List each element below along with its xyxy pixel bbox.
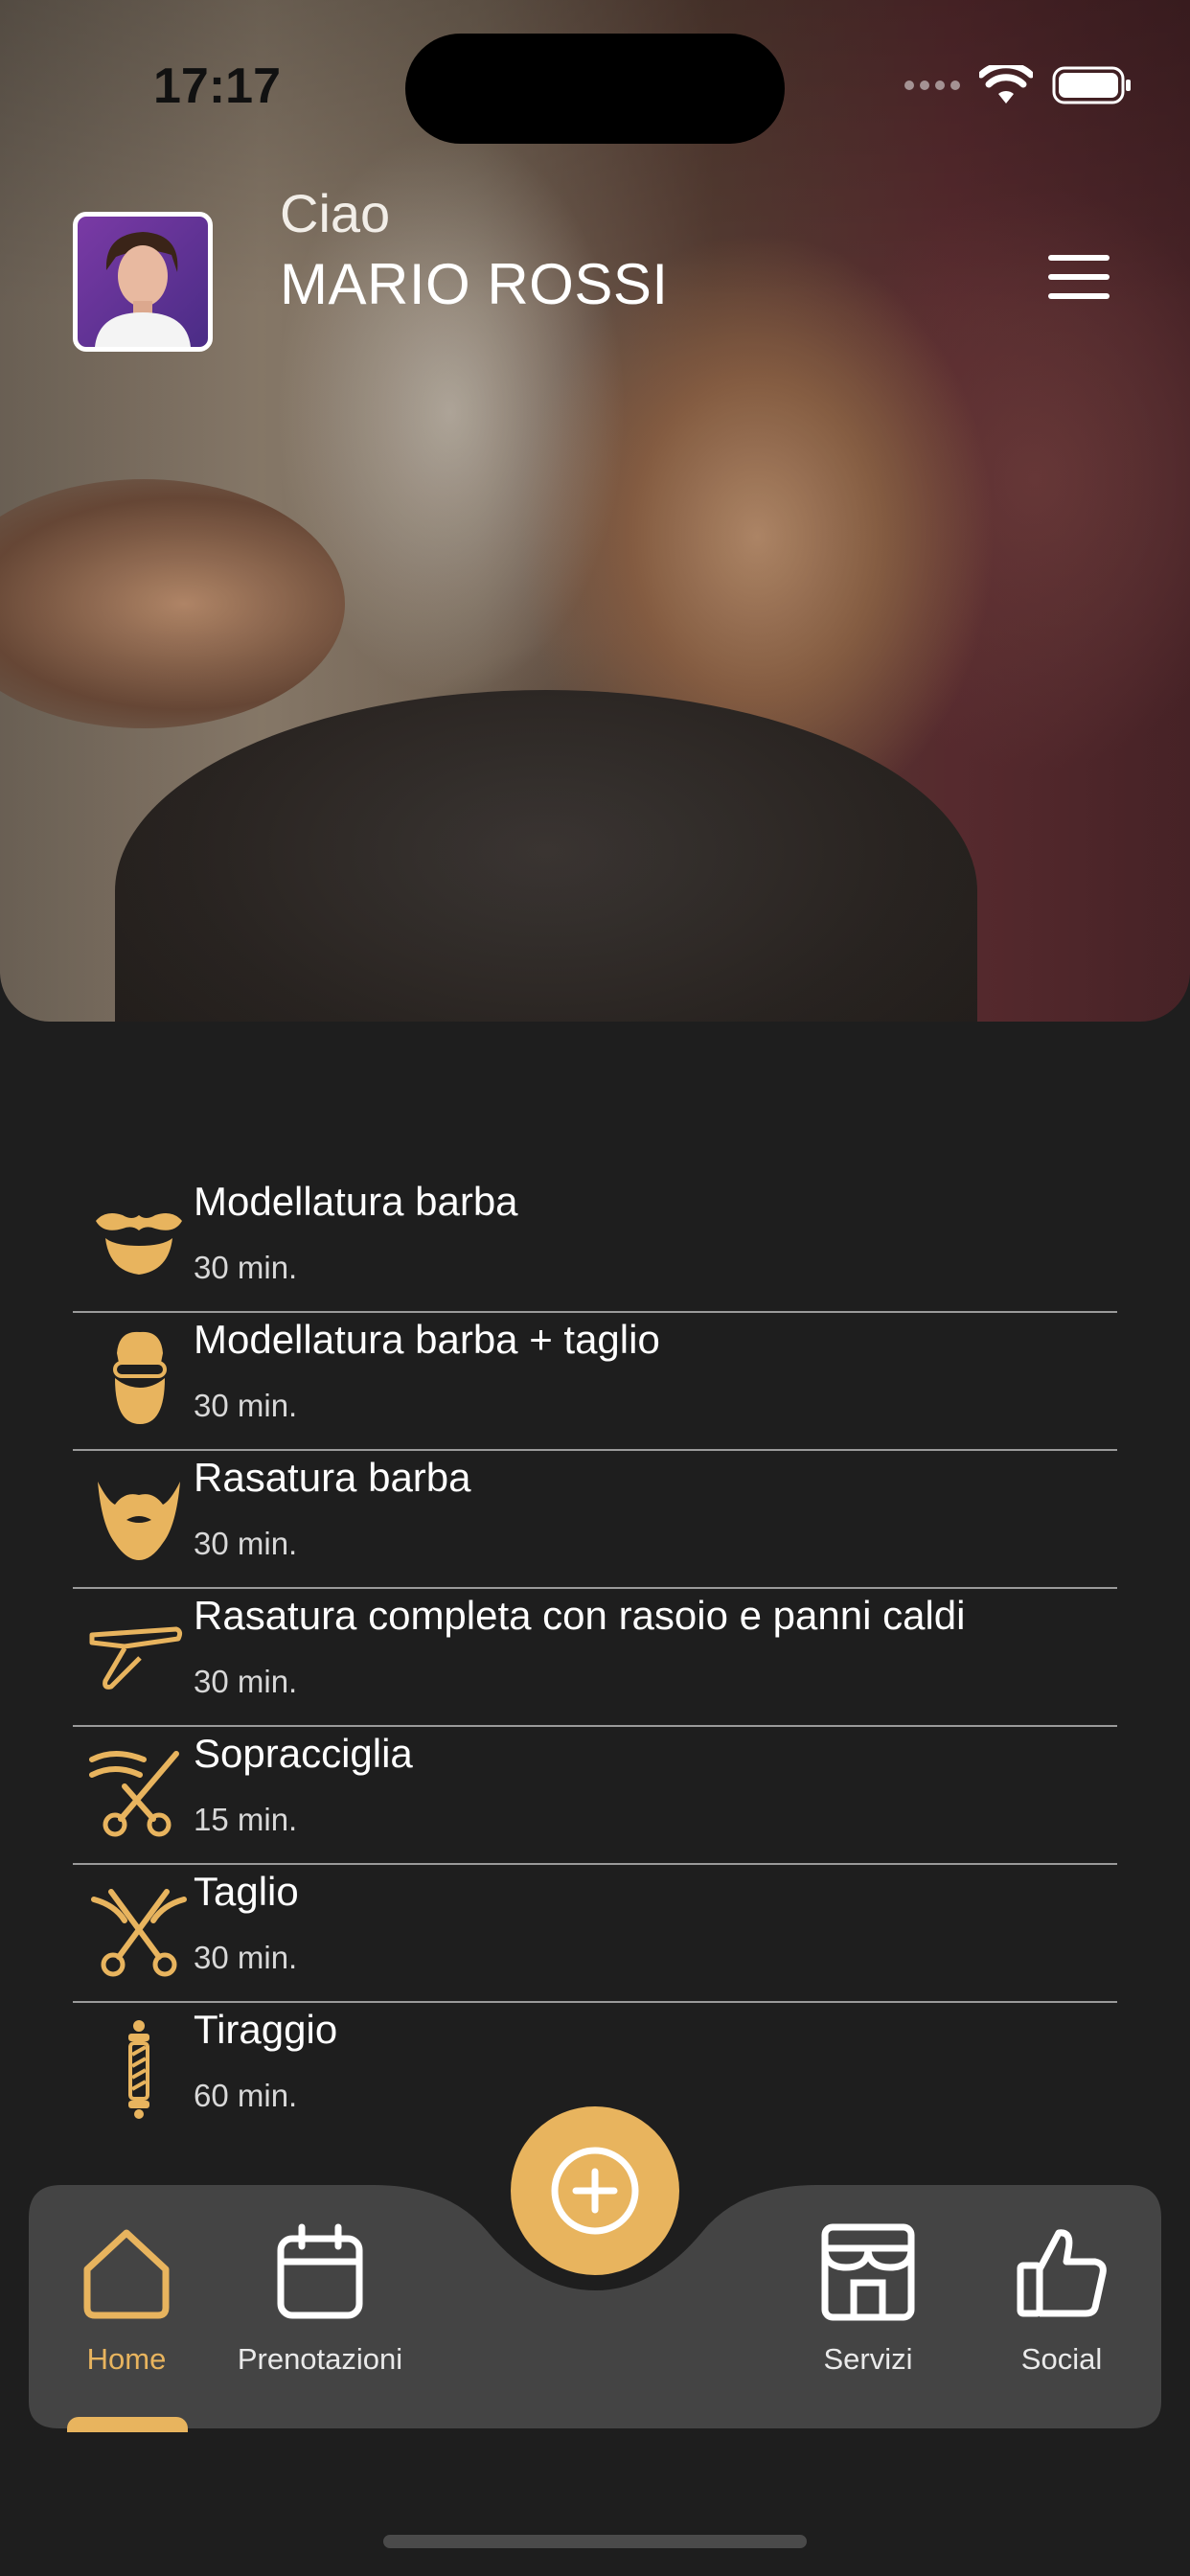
hero-image [0,0,1190,1022]
bearded-face-icon [113,1331,167,1424]
service-duration: 30 min. [194,1940,298,1975]
service-item[interactable]: Rasatura completa con rasoio e panni cal… [73,1589,1117,1727]
nav-item-servizi[interactable]: Servizi [772,2220,964,2377]
service-item[interactable]: Modellatura barba 30 min. [73,1175,1117,1313]
cellular-signal-icon [904,80,960,90]
service-item[interactable]: Taglio 30 min. [73,1865,1117,2003]
calendar-icon [277,2223,363,2319]
service-duration: 30 min. [194,1526,298,1561]
home-icon [83,2229,170,2319]
service-name: Rasatura barba [194,1455,471,1500]
nav-item-prenotazioni[interactable]: Prenotazioni [224,2220,416,2377]
avatar[interactable] [73,212,213,352]
home-indicator [383,2535,807,2548]
service-name: Taglio [194,1869,299,1914]
nav-label: Prenotazioni [237,2342,403,2376]
mustache-icon [96,1213,182,1275]
barber-pole-icon [128,2020,149,2119]
battery-icon [1052,66,1131,104]
service-duration: 30 min. [194,1664,298,1699]
service-item[interactable]: Sopracciglia 15 min. [73,1727,1117,1865]
service-name: Sopracciglia [194,1731,413,1776]
service-name: Tiraggio [194,2007,338,2052]
beard-icon [98,1482,180,1560]
service-duration: 15 min. [194,1802,298,1837]
service-name: Modellatura barba [194,1179,518,1224]
nav-label: Servizi [823,2342,913,2376]
scissors-icon [91,1889,187,1977]
nav-item-home[interactable]: Home [31,2220,222,2377]
eyebrow-scissors-icon [89,1751,179,1837]
status-time: 17:17 [153,58,281,114]
status-icons [904,65,1133,105]
thumbs-up-icon [1017,2229,1107,2317]
hamburger-menu-icon[interactable] [1048,255,1110,299]
nav-label: Home [86,2342,167,2376]
shop-icon [821,2223,915,2321]
wifi-icon [979,65,1033,104]
nav-label: Social [1020,2342,1103,2376]
add-booking-button[interactable] [511,2106,679,2275]
service-duration: 30 min. [194,1250,298,1285]
service-name: Modellatura barba + taglio [194,1317,660,1362]
nav-item-social[interactable]: Social [966,2220,1157,2377]
service-duration: 30 min. [194,1388,298,1423]
avatar-person-icon [95,232,191,347]
dynamic-island [405,34,785,144]
greeting-text: Ciao [280,183,391,243]
services-list: Modellatura barba 30 min. Modellatura ba… [73,1175,1117,2139]
service-item[interactable]: Rasatura barba 30 min. [73,1451,1117,1589]
service-duration: 60 min. [194,2078,298,2113]
service-item[interactable]: Modellatura barba + taglio 30 min. [73,1313,1117,1451]
razor-icon [89,1626,183,1690]
service-name: Rasatura completa con rasoio e panni cal… [194,1593,966,1638]
plus-circle-icon [551,2147,639,2235]
active-tab-indicator [67,2417,188,2432]
user-name: MARIO ROSSI [280,252,669,316]
